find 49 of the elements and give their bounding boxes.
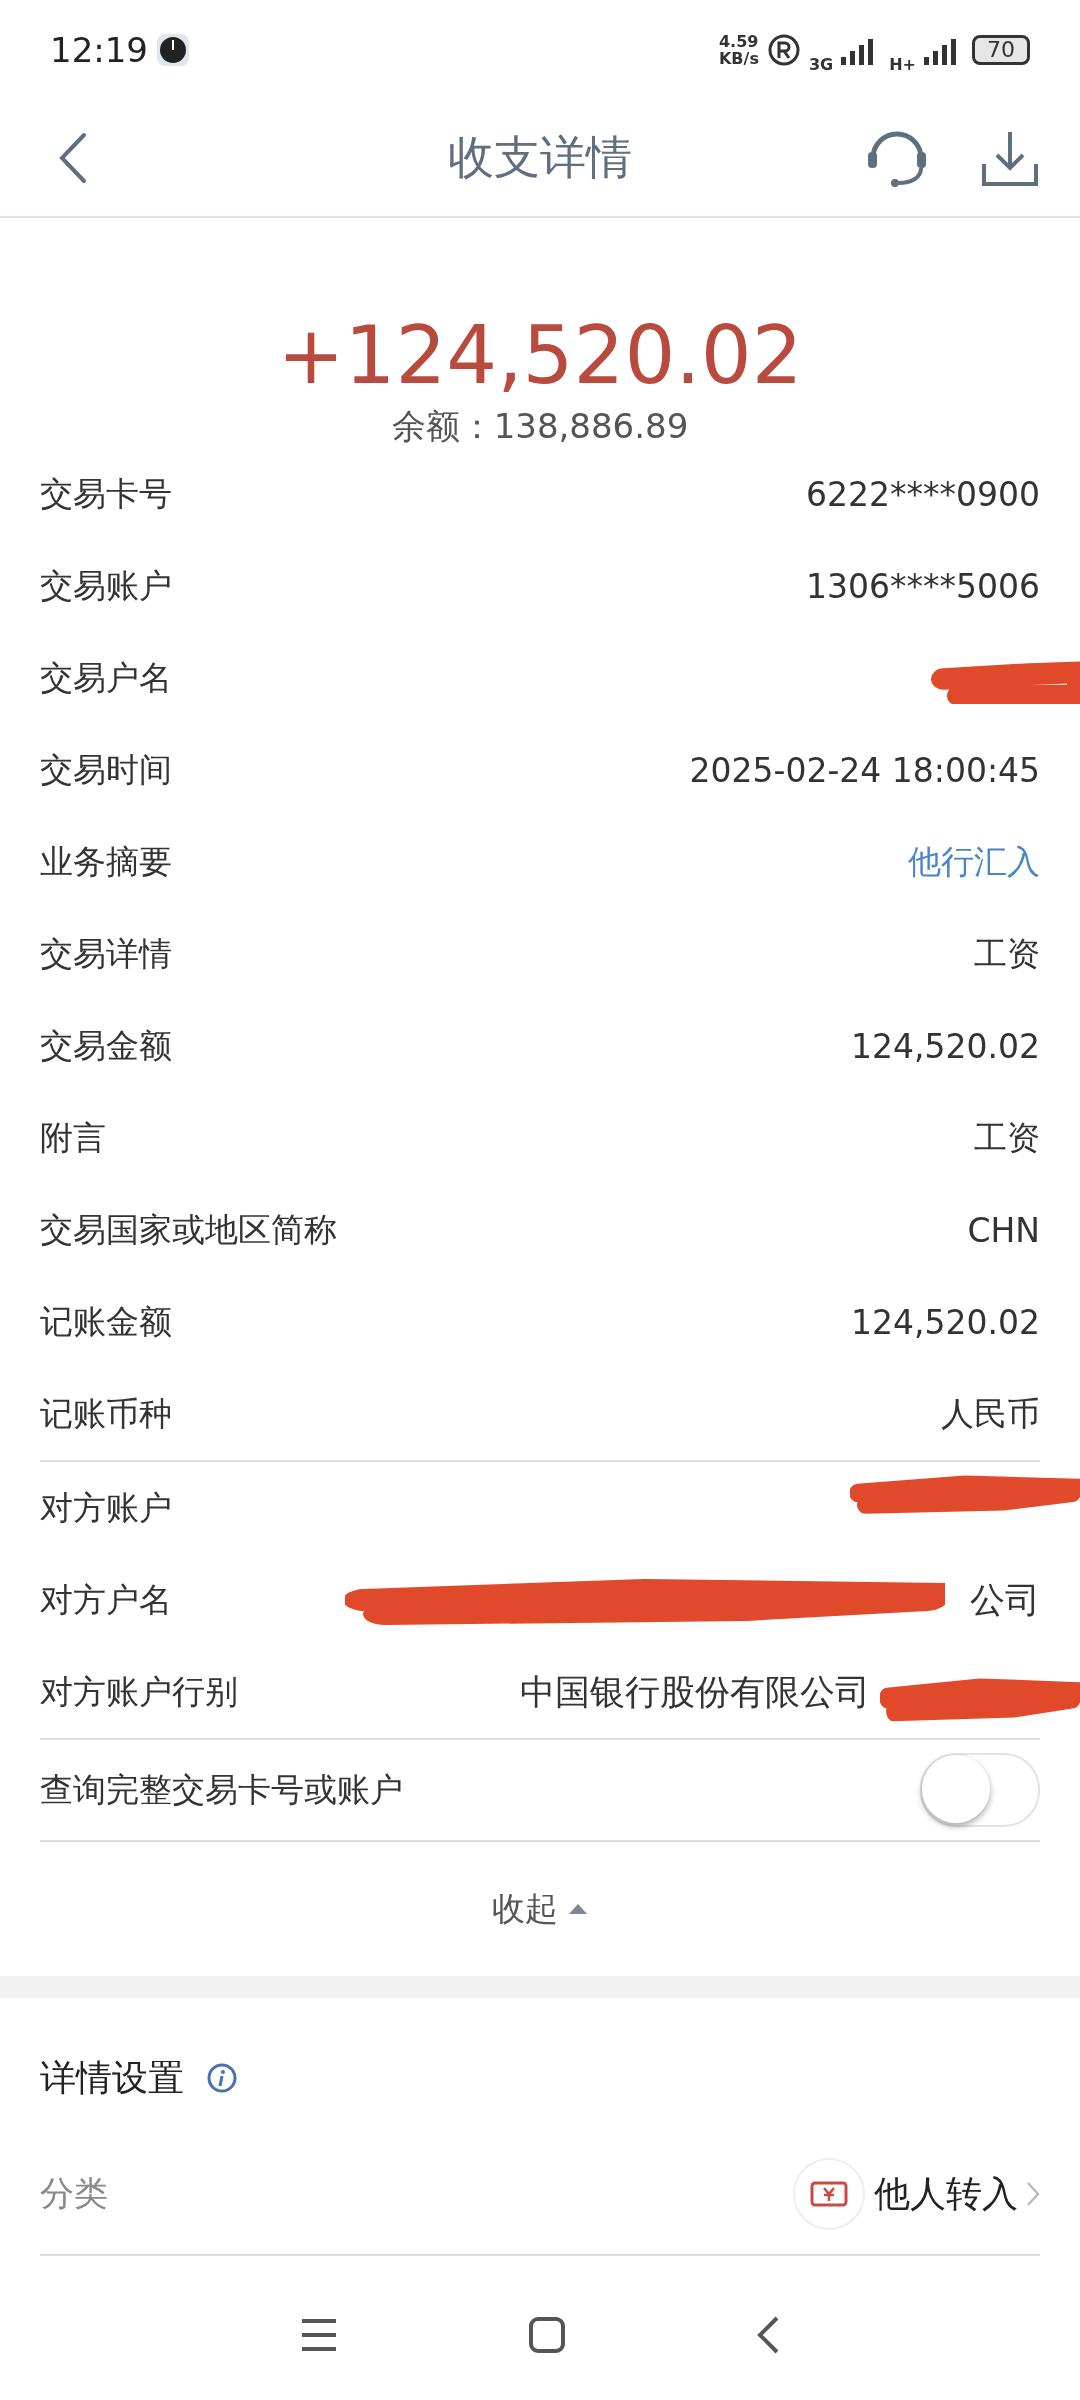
caret-icon [568, 1903, 588, 1915]
row-label: 附言 [40, 1116, 106, 1159]
home-icon[interactable] [528, 2316, 566, 2354]
toggle-label: 查询完整交易卡号或账户 [40, 1768, 403, 1811]
collapse-button[interactable]: 收起 [486, 1885, 594, 1933]
row-label: 记账币种 [40, 1392, 172, 1435]
registered-icon [766, 33, 801, 67]
full-number-switch[interactable] [920, 1753, 1040, 1827]
row-value: 工资 [974, 932, 1040, 975]
row-label: 交易户名 [40, 656, 172, 699]
speed-unit: KB/s [718, 50, 759, 67]
info-icon[interactable] [206, 2062, 238, 2094]
page-title: 收支详情 [448, 129, 632, 186]
category-label: 分类 [40, 2172, 108, 2215]
menu-icon[interactable] [300, 2317, 338, 2353]
transfer-icon [792, 2157, 866, 2231]
battery-icon: 70 [972, 35, 1030, 65]
summary-link[interactable]: 他行汇入 [908, 839, 1040, 885]
row-value: 124,520.02 [851, 1026, 1040, 1066]
row-label: 交易国家或地区简称 [40, 1208, 337, 1251]
row-label: 交易账户 [40, 564, 172, 607]
network-label: H+ [889, 54, 916, 74]
row-value: 2025-02-24 18:00:45 [689, 750, 1040, 790]
row-label: 交易时间 [40, 748, 172, 791]
row-value: CHN [967, 1210, 1040, 1250]
row-value: 1306****5006 [806, 566, 1040, 606]
row-label: 对方户名 [40, 1578, 172, 1621]
clock-icon [156, 33, 190, 67]
row-label: 对方账户行别 [40, 1670, 238, 1713]
status-time: 12:19 [50, 30, 148, 70]
settings-title: 详情设置 [40, 2055, 184, 2100]
row-value: 6222****0900 [806, 474, 1040, 514]
row-label: 记账金额 [40, 1300, 172, 1343]
row-label: 交易金额 [40, 1024, 172, 1067]
row-value: 124,520.02 [851, 1302, 1040, 1342]
row-value: 工资 [974, 1116, 1040, 1159]
row-value: 中国银行股份有限公司 [520, 1670, 870, 1714]
speed-value: 4.59 [718, 33, 759, 50]
row-label: 交易详情 [40, 932, 172, 975]
amount-value: +124,520.02 [277, 308, 803, 404]
row-value: 人民币 [941, 1392, 1040, 1435]
row-label: 业务摘要 [40, 840, 172, 883]
row-value: 公司 [970, 1578, 1040, 1622]
category-value[interactable]: 他人转入 [874, 2169, 1018, 2219]
back-icon[interactable] [756, 2315, 780, 2355]
row-label: 对方账户 [40, 1486, 172, 1529]
network-label: 3G [808, 54, 834, 74]
balance-text: 余额：138,886.89 [391, 405, 689, 448]
row-label: 交易卡号 [40, 472, 172, 515]
